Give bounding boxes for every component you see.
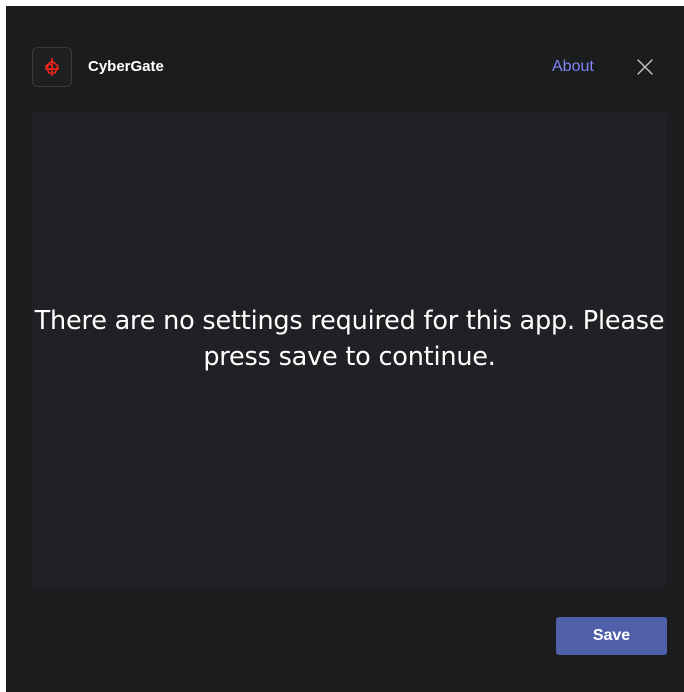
app-name: CyberGate [88,58,164,75]
close-button[interactable] [636,58,654,76]
close-icon[interactable] [636,58,654,76]
save-button[interactable]: Save [556,617,667,655]
no-settings-message: There are no settings required for this … [34,306,665,372]
settings-content-panel: There are no settings required for this … [32,113,667,587]
app-settings-dialog: CyberGate About There are no settings re… [6,6,684,692]
cybergate-logo-icon [45,58,59,76]
dialog-header: CyberGate About [32,47,684,89]
about-link[interactable]: About [552,58,594,76]
app-logo [32,47,72,87]
